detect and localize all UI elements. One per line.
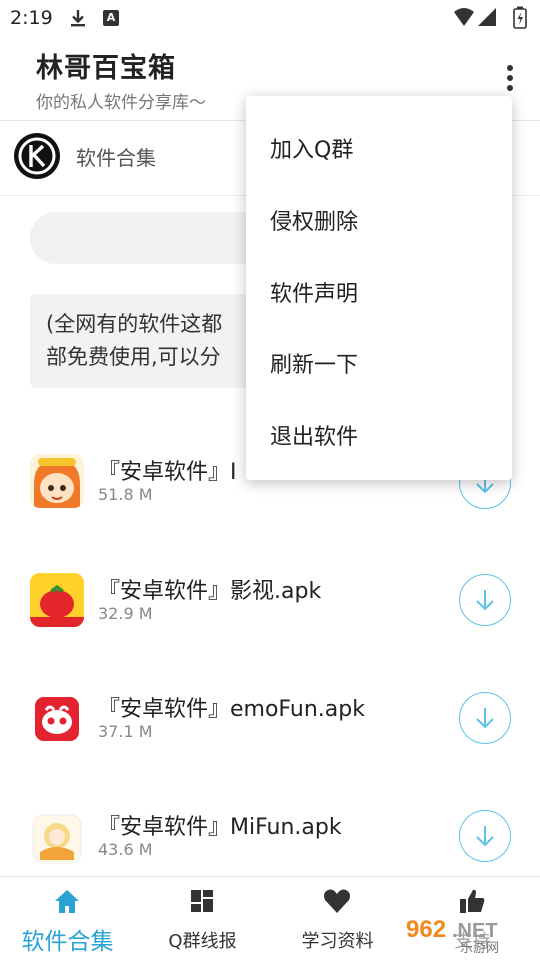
more-vert-icon[interactable] (496, 62, 524, 94)
nav-label: 软件合集 (21, 929, 114, 955)
nav-label: 学习资料 (301, 931, 374, 952)
app-icon-tomato (30, 573, 84, 627)
menu-item-join-qq[interactable]: 加入Q群 (246, 110, 512, 182)
menu-item-refresh[interactable]: 刷新一下 (246, 325, 512, 397)
app-icon-emofun (30, 692, 84, 746)
nav-item-qgroup[interactable]: Q群线报 (135, 877, 270, 960)
wifi-icon (454, 8, 474, 26)
nav-item-study[interactable]: 学习资料 (270, 877, 405, 960)
overflow-menu: 加入Q群 侵权删除 软件声明 刷新一下 退出软件 (246, 96, 512, 480)
download-button[interactable] (459, 574, 511, 626)
a-badge-icon: A (103, 10, 119, 26)
arrow-down-icon (476, 590, 494, 611)
menu-item-statement[interactable]: 软件声明 (246, 254, 512, 326)
status-icons (454, 6, 527, 29)
app-size: 43.6 M (98, 840, 153, 859)
arrow-down-icon (476, 826, 494, 847)
grid-icon (191, 890, 213, 912)
status-bar: 2:19 A (0, 0, 540, 36)
app-name: 『安卓软件』I (98, 460, 237, 485)
svg-text:962: 962 (406, 916, 446, 943)
menu-item-label: 退出软件 (270, 425, 359, 450)
nav-label: Q群线报 (168, 931, 237, 952)
nav-item-software[interactable]: 软件合集 (0, 877, 135, 960)
signal-icon (478, 8, 496, 26)
svg-text:乐游网: 乐游网 (460, 941, 499, 956)
arrow-down-icon (476, 708, 494, 729)
app-subtitle: 你的私人软件分享库～ (36, 93, 206, 113)
menu-item-label: 刷新一下 (270, 353, 359, 378)
menu-item-infringement[interactable]: 侵权删除 (246, 182, 512, 254)
download-icon (71, 10, 85, 27)
menu-item-exit[interactable]: 退出软件 (246, 397, 512, 469)
menu-item-label: 加入Q群 (270, 138, 354, 163)
app-name: 『安卓软件』emoFun.apk (98, 697, 365, 722)
app-name: 『安卓软件』影视.apk (98, 579, 322, 604)
app-size: 37.1 M (98, 722, 153, 741)
download-button[interactable] (459, 692, 511, 744)
status-time: 2:19 (10, 7, 53, 29)
section-logo (14, 133, 60, 179)
list-item[interactable]: 『安卓软件』影视.apk 32.9 M (0, 540, 540, 658)
heart-icon (324, 889, 350, 913)
list-item[interactable]: 『安卓软件』emoFun.apk 37.1 M (0, 658, 540, 776)
menu-item-label: 软件声明 (270, 282, 359, 307)
app-icon-anime (30, 454, 84, 508)
app-size: 32.9 M (98, 604, 153, 623)
menu-item-label: 侵权删除 (270, 210, 359, 235)
section-title: 软件合集 (76, 146, 156, 170)
home-icon (55, 890, 79, 913)
download-button[interactable] (459, 810, 511, 862)
app-icon-mifun (30, 812, 84, 866)
app-size: 51.8 M (98, 485, 153, 504)
svg-text:.NET: .NET (452, 920, 498, 942)
app-name: 『安卓软件』MiFun.apk (98, 815, 342, 840)
watermark-logo: 962 .NET 乐游网 (400, 910, 535, 956)
app-title: 林哥百宝箱 (36, 53, 176, 84)
